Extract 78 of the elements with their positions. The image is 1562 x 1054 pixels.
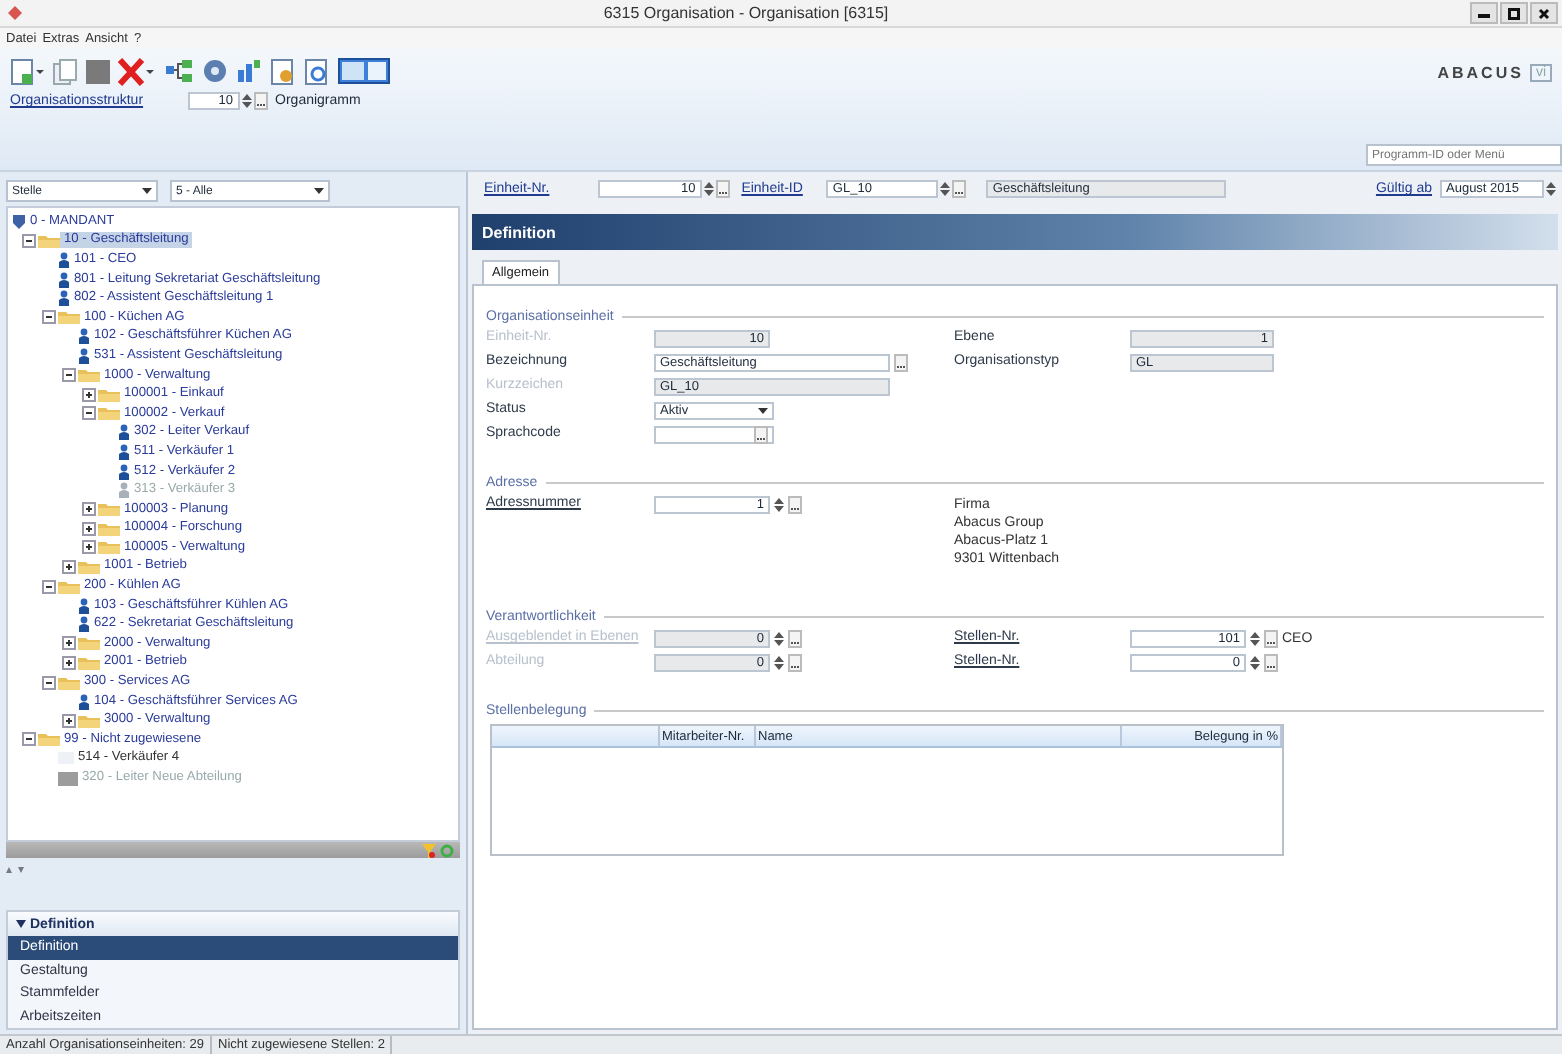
collapse-icon[interactable] <box>22 233 36 248</box>
folder-icon <box>58 675 80 690</box>
collapse-icon[interactable] <box>62 368 76 383</box>
expand-icon[interactable] <box>82 540 96 555</box>
ellipsis-icon[interactable] <box>952 180 967 198</box>
expand-icon[interactable] <box>62 655 76 670</box>
ellipsis-icon[interactable] <box>754 426 768 444</box>
delete-button[interactable] <box>118 57 156 85</box>
folder-icon <box>38 732 60 747</box>
preview-button[interactable] <box>304 57 330 85</box>
collapse-icon[interactable] <box>22 732 36 747</box>
spinner-arrows-icon[interactable] <box>241 92 252 110</box>
minimize-button[interactable] <box>1470 2 1498 24</box>
collapse-icon[interactable] <box>16 920 26 928</box>
caret-icon <box>314 188 324 194</box>
ellipsis-icon[interactable] <box>788 654 802 672</box>
app-icon <box>8 6 22 20</box>
collapse-icon[interactable] <box>42 675 56 690</box>
folder-icon <box>98 502 120 517</box>
folder-icon <box>38 233 60 248</box>
settings-button[interactable] <box>202 58 228 84</box>
spinner-arrows-icon[interactable] <box>703 180 714 198</box>
caret-icon <box>142 188 152 194</box>
ellipsis-icon[interactable] <box>1264 630 1278 648</box>
expand-icon[interactable] <box>82 521 96 536</box>
shield-icon <box>12 213 26 230</box>
caret-icon <box>758 408 768 414</box>
ellipsis-icon[interactable] <box>894 354 908 372</box>
expand-icon[interactable] <box>82 387 96 402</box>
layout-button[interactable] <box>338 58 390 84</box>
close-button[interactable] <box>1530 2 1558 24</box>
ellipsis-icon[interactable] <box>788 496 802 514</box>
spinner-arrows-icon[interactable] <box>940 180 951 198</box>
collapse-icon[interactable] <box>42 579 56 594</box>
spinner-arrows-icon[interactable] <box>1250 630 1260 648</box>
folder-icon <box>58 310 80 325</box>
chart-button[interactable] <box>236 58 262 84</box>
folder-icon <box>98 521 120 536</box>
maximize-icon <box>1508 7 1520 19</box>
new-button[interactable] <box>10 57 44 85</box>
close-icon <box>1538 7 1550 19</box>
folder-icon <box>78 655 100 670</box>
collapse-icon[interactable] <box>42 310 56 325</box>
person-icon <box>58 251 70 268</box>
folder-icon <box>58 579 80 594</box>
folder-icon <box>98 540 120 555</box>
expand-icon[interactable] <box>62 713 76 728</box>
ellipsis-icon[interactable] <box>715 180 730 198</box>
folder-icon <box>78 368 100 383</box>
spinner-arrows-icon[interactable] <box>774 630 784 648</box>
splitter-arrows-icon[interactable] <box>6 866 24 874</box>
folder-icon <box>98 387 120 402</box>
expand-icon[interactable] <box>62 636 76 651</box>
expand-icon[interactable] <box>62 559 76 574</box>
brand-logo: ABACUS <box>1437 64 1524 82</box>
placeholder-icon <box>58 771 78 786</box>
folder-icon <box>78 713 100 728</box>
document-button[interactable] <box>270 57 296 85</box>
expand-icon[interactable] <box>82 502 96 517</box>
person-icon <box>78 693 90 710</box>
folder-icon <box>98 406 120 421</box>
structure-button[interactable] <box>164 58 194 84</box>
collapse-icon[interactable] <box>82 406 96 421</box>
folder-icon <box>78 636 100 651</box>
ellipsis-icon[interactable] <box>253 92 268 110</box>
panel-title: Definition <box>472 214 1558 250</box>
save-button[interactable] <box>86 59 110 83</box>
spinner-arrows-icon[interactable] <box>1546 180 1556 198</box>
filter-icon[interactable] <box>422 843 436 857</box>
spinner-arrows-icon[interactable] <box>1250 654 1260 672</box>
text-field[interactable] <box>654 426 774 444</box>
spinner-arrows-icon[interactable] <box>774 496 784 514</box>
ellipsis-icon[interactable] <box>788 630 802 648</box>
spinner-arrows-icon[interactable] <box>774 654 784 672</box>
maximize-button[interactable] <box>1500 2 1528 24</box>
window-title: 6315 Organisation - Organisation [6315] <box>601 4 891 22</box>
folder-icon <box>78 559 100 574</box>
ellipsis-icon[interactable] <box>1264 654 1278 672</box>
